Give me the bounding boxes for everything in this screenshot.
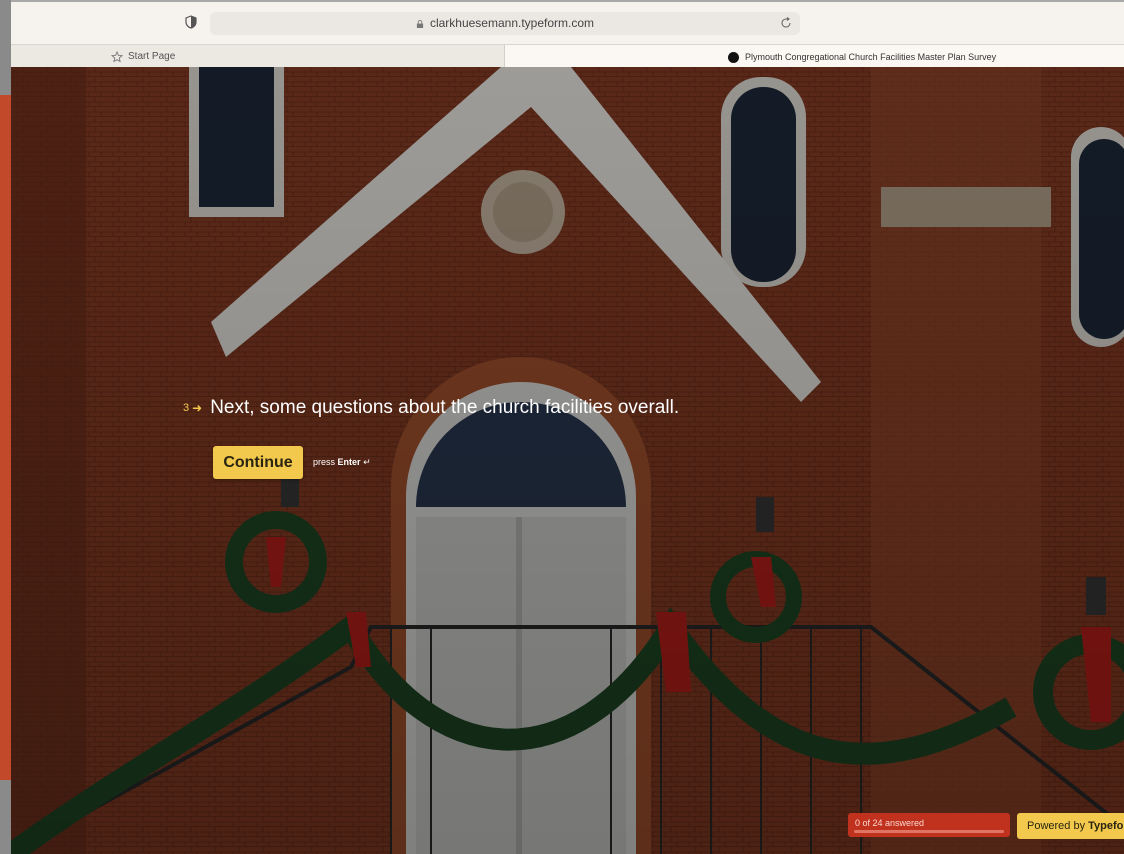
tab-survey[interactable]: Plymouth Congregational Church Facilitie… <box>505 45 1124 69</box>
window-edge <box>0 0 11 854</box>
hint-key: Enter <box>337 457 361 467</box>
browser-chrome: clarkhuesemann.typeform.com Start Page P… <box>11 0 1124 69</box>
star-icon <box>111 51 123 63</box>
tab-favicon <box>728 52 739 63</box>
tab-label: Plymouth Congregational Church Facilitie… <box>745 52 997 62</box>
tab-start-page[interactable]: Start Page <box>11 45 505 69</box>
shield-icon[interactable] <box>185 15 197 29</box>
enter-key-icon: ↵ <box>363 457 371 467</box>
church-background-image <box>11 67 1124 854</box>
brand-name: Typeform <box>1088 820 1124 832</box>
tab-label: Start Page <box>128 51 176 62</box>
survey-stage: 3 ➜ Next, some questions about the church … <box>11 67 1124 854</box>
progress-label: 0 of 24 answered <box>855 818 925 828</box>
lock-icon <box>416 20 424 28</box>
question-number: 3 <box>183 402 190 414</box>
question-heading: 3 ➜ Next, some questions about the church … <box>183 395 679 421</box>
enter-hint: press Enter ↵ <box>313 457 371 468</box>
powered-by-badge[interactable]: Powered by Typeform <box>1017 813 1124 839</box>
url-text: clarkhuesemann.typeform.com <box>429 16 595 30</box>
hint-prefix: press <box>313 457 336 467</box>
progress-track <box>854 830 1004 833</box>
question-text: Next, some questions about the church fa… <box>210 397 680 418</box>
reload-icon[interactable] <box>780 17 792 29</box>
arrow-right-icon: ➜ <box>192 401 203 415</box>
address-bar[interactable]: clarkhuesemann.typeform.com <box>210 12 800 35</box>
progress-indicator: 0 of 24 answered <box>848 813 1010 837</box>
browser-toolbar: clarkhuesemann.typeform.com <box>11 2 1124 44</box>
continue-button[interactable]: Continue <box>213 446 303 479</box>
powered-prefix: Powered by <box>1027 820 1086 832</box>
